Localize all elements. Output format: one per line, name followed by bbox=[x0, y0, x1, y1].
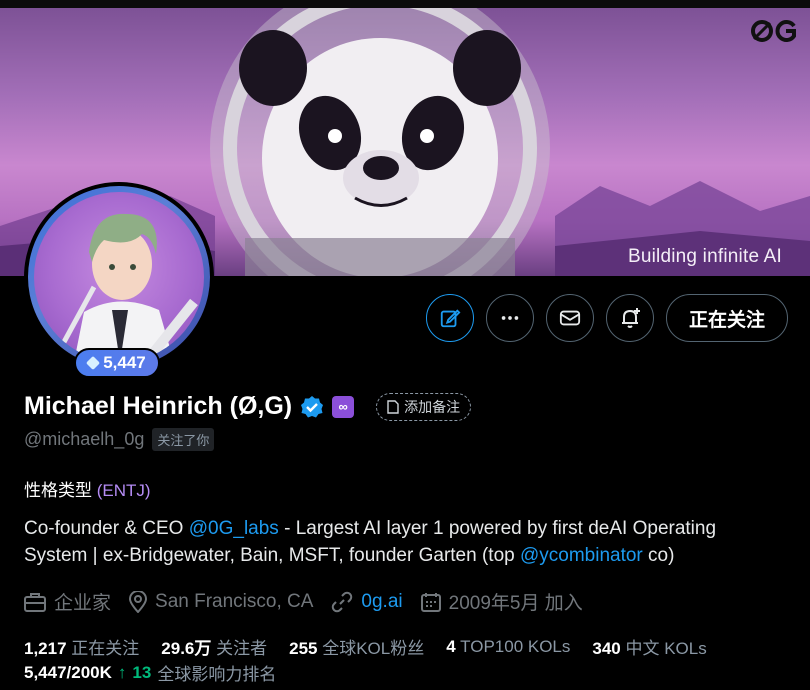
avatar-badge-value: 5,447 bbox=[103, 353, 146, 372]
following-stat[interactable]: 1,217 正在关注 bbox=[24, 634, 139, 659]
bio-text-3: co) bbox=[642, 545, 675, 566]
more-button[interactable] bbox=[485, 294, 534, 342]
display-name: Michael Heinrich (Ø,G) bbox=[24, 392, 293, 420]
joined-item: 2009年5月 加入 bbox=[420, 588, 583, 615]
location-pin-icon bbox=[129, 590, 148, 613]
cn-kol-label: 中文 KOLs bbox=[625, 639, 707, 658]
edit-icon bbox=[440, 309, 461, 328]
following-button[interactable]: 正在关注 bbox=[665, 294, 788, 342]
briefcase-icon bbox=[24, 592, 46, 612]
0g-logo bbox=[751, 20, 796, 42]
mbti-type[interactable]: (ENTJ) bbox=[97, 481, 151, 500]
followers-label: 关注者 bbox=[216, 639, 268, 658]
avatar[interactable] bbox=[24, 182, 214, 372]
handle-row: @michaelh_0g 关注了你 bbox=[24, 428, 215, 451]
top100-label: TOP100 KOLs bbox=[460, 636, 571, 656]
following-count: 1,217 bbox=[24, 639, 67, 658]
cn-kol-count: 340 bbox=[592, 639, 621, 658]
add-note-chip[interactable]: 添加备注 bbox=[376, 392, 472, 421]
joined-text: 2009年5月 加入 bbox=[448, 593, 583, 614]
panda-astronaut-illustration bbox=[210, 8, 550, 276]
link-icon bbox=[332, 591, 353, 612]
profile-actions: 正在关注 bbox=[425, 294, 788, 342]
rank-change: 13 bbox=[132, 662, 152, 682]
bell-plus-icon bbox=[621, 308, 640, 328]
kol-label: 全球KOL粉丝 bbox=[322, 639, 425, 658]
rank-label: 全球影响力排名 bbox=[157, 665, 277, 684]
bio: Co-founder & CEO @0G_labs - Largest AI l… bbox=[24, 515, 784, 569]
profile-stats: 1,217 正在关注 29.6万 关注者 255 全球KOL粉丝 4 TOP10… bbox=[24, 634, 707, 659]
more-icon bbox=[501, 316, 519, 320]
anime-portrait-illustration bbox=[61, 213, 198, 362]
personality-type: 性格类型 (ENTJ) bbox=[24, 476, 151, 501]
cn-kol-stat[interactable]: 340 中文 KOLs bbox=[592, 634, 706, 659]
location-item: San Francisco, CA bbox=[129, 590, 314, 613]
location-text: San Francisco, CA bbox=[155, 590, 314, 612]
followers-stat[interactable]: 29.6万 关注者 bbox=[161, 634, 267, 659]
followers-count: 29.6万 bbox=[161, 639, 212, 658]
kol-count: 255 bbox=[289, 639, 318, 658]
edit-note-button[interactable] bbox=[425, 294, 474, 342]
calendar-icon bbox=[420, 592, 441, 612]
avatar-rank-badge: 5,447 bbox=[74, 348, 160, 378]
avatar-ring bbox=[28, 186, 210, 368]
follows-you-badge: 关注了你 bbox=[152, 428, 215, 451]
message-button[interactable] bbox=[545, 294, 594, 342]
bio-text-1: Co-founder & CEO bbox=[24, 518, 189, 539]
influence-rank[interactable]: 5,447/200K ↑ 13 全球影响力排名 bbox=[24, 660, 276, 685]
banner-caption: Building infinite AI bbox=[628, 246, 782, 267]
following-label: 正在关注 bbox=[71, 639, 140, 658]
rank-value: 5,447/200K bbox=[24, 662, 112, 682]
mention-ycombinator[interactable]: @ycombinator bbox=[520, 545, 643, 566]
document-icon bbox=[387, 399, 399, 414]
mbti-label: 性格类型 bbox=[24, 481, 92, 500]
arrow-up-icon: ↑ bbox=[117, 662, 127, 682]
top100-stat[interactable]: 4 TOP100 KOLs bbox=[446, 637, 570, 657]
website-item: 0g.ai bbox=[331, 591, 403, 613]
notifications-button[interactable] bbox=[605, 294, 654, 342]
add-note-label: 添加备注 bbox=[404, 398, 461, 415]
kol-followers-stat[interactable]: 255 全球KOL粉丝 bbox=[289, 634, 424, 659]
banner-top-strip bbox=[0, 0, 810, 8]
avatar-image bbox=[34, 192, 204, 362]
verified-icon[interactable] bbox=[300, 395, 324, 419]
name-row: Michael Heinrich (Ø,G) ∞ 添加备注 bbox=[24, 392, 472, 421]
top100-count: 4 bbox=[446, 636, 456, 656]
profession-item: 企业家 bbox=[24, 588, 111, 615]
affiliate-badge[interactable]: ∞ bbox=[332, 395, 355, 418]
profile-meta: 企业家 San Francisco, CA 0g.ai 2009年5月 加入 bbox=[24, 588, 583, 615]
website-link[interactable]: 0g.ai bbox=[361, 591, 402, 613]
profession-text: 企业家 bbox=[54, 593, 112, 614]
mail-icon bbox=[559, 310, 581, 326]
user-handle: @michaelh_0g bbox=[24, 429, 145, 449]
gem-icon bbox=[86, 355, 101, 371]
mention-0g-labs[interactable]: @0G_labs bbox=[189, 518, 279, 539]
